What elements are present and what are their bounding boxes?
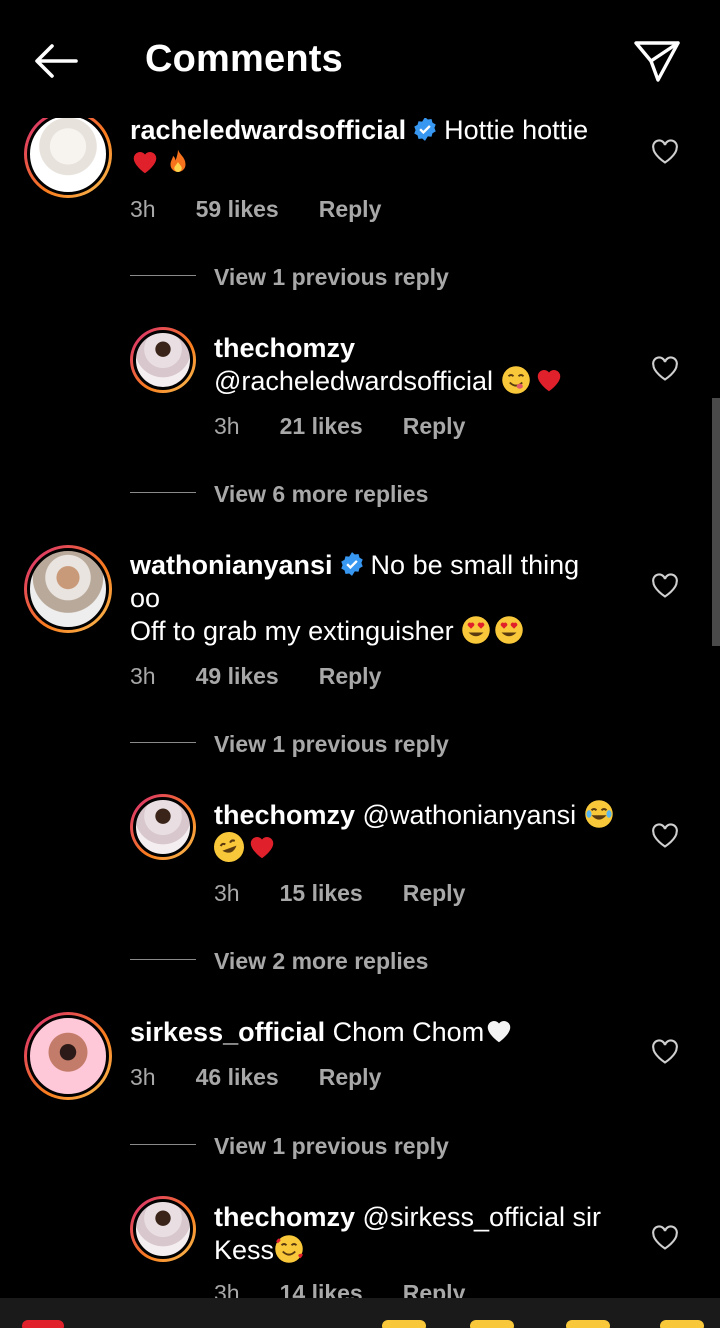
reply-button[interactable]: Reply	[403, 880, 466, 907]
heart-eyes-icon	[495, 616, 523, 644]
reply-username[interactable]: thechomzy	[214, 333, 355, 363]
comment-text: wathonianyansi No be small thing oo Off t…	[130, 549, 630, 648]
emoji-hint[interactable]	[22, 1320, 64, 1328]
divider	[130, 959, 196, 960]
paper-plane-icon[interactable]	[630, 36, 684, 86]
fire-icon	[170, 149, 186, 172]
comment-username[interactable]: sirkess_official	[130, 1017, 325, 1047]
like-heart-icon[interactable]	[651, 356, 679, 382]
reply-text: thechomzy @racheledwardsofficial	[214, 332, 634, 398]
comment-message: No be small thing	[370, 550, 580, 580]
like-heart-icon[interactable]	[651, 1039, 679, 1065]
emoji-quick-bar	[0, 1298, 720, 1328]
comment-meta: 3h 59 likes Reply	[130, 196, 421, 223]
reply-button[interactable]: Reply	[403, 413, 466, 440]
comment-time: 3h	[130, 1064, 156, 1090]
comment-time: 3h	[130, 196, 156, 222]
reply-likes[interactable]: 15 likes	[280, 880, 363, 907]
reply-text: thechomzy @wathonianyansi	[209, 799, 634, 867]
reply-likes[interactable]: 21 likes	[280, 413, 363, 440]
reply-meta: 3h 21 likes Reply	[214, 413, 505, 440]
view-replies-button[interactable]: View 1 previous reply	[214, 1133, 449, 1160]
comment-message-line3: Off to grab my extinguisher	[130, 616, 454, 646]
reply-meta: 3h 15 likes Reply	[214, 880, 505, 907]
scrollbar[interactable]	[712, 398, 720, 646]
emoji-hint[interactable]	[566, 1320, 610, 1328]
comment-message-line2: oo	[130, 583, 161, 613]
rofl-icon	[209, 827, 249, 867]
view-replies-button[interactable]: View 6 more replies	[214, 481, 428, 508]
reply-button[interactable]: Reply	[319, 1064, 382, 1091]
red-heart-icon	[250, 837, 274, 859]
divider	[130, 275, 196, 276]
comment-text: racheledwardsofficial Hottie hottie	[130, 114, 630, 180]
avatar[interactable]	[24, 1012, 112, 1100]
page-title: Comments	[145, 38, 343, 80]
comments-thread[interactable]: racheledwardsofficial Hottie hottie 3h 59…	[0, 0, 720, 1298]
heart-eyes-icon	[462, 616, 490, 644]
reply-time: 3h	[214, 880, 240, 906]
comment-likes[interactable]: 46 likes	[196, 1064, 279, 1091]
avatar[interactable]	[130, 794, 196, 860]
view-replies-button[interactable]: View 2 more replies	[214, 948, 428, 975]
divider	[130, 1144, 196, 1145]
reply-likes[interactable]: 14 likes	[280, 1280, 363, 1298]
comment-message: Chom Chom	[332, 1017, 485, 1047]
red-heart-icon	[537, 370, 560, 392]
avatar[interactable]	[130, 1196, 196, 1262]
verified-badge-icon	[414, 117, 436, 141]
emoji-hint[interactable]	[470, 1320, 514, 1328]
reply-message: @racheledwardsofficial	[214, 366, 494, 396]
reply-time: 3h	[214, 413, 240, 439]
divider	[130, 742, 196, 743]
reply-meta: 3h 14 likes Reply	[214, 1280, 505, 1298]
red-heart-icon	[133, 152, 157, 174]
comment-meta: 3h 49 likes Reply	[130, 663, 421, 690]
comment-likes[interactable]: 59 likes	[196, 196, 279, 223]
comment-message: Hottie hottie	[444, 115, 589, 145]
reply-text: thechomzy @sirkess_official sir Kess	[214, 1201, 634, 1267]
verified-badge-icon	[340, 552, 363, 576]
reply-time: 3h	[214, 1280, 240, 1298]
tears-of-joy-icon	[584, 800, 613, 828]
arrow-left-icon[interactable]	[28, 38, 82, 84]
reply-message: @sirkess_official sir	[362, 1202, 602, 1232]
reply-button[interactable]: Reply	[403, 1280, 466, 1298]
header-bar: Comments	[0, 0, 720, 118]
comment-likes[interactable]: 49 likes	[196, 663, 279, 690]
smiling-face-with-hearts-icon	[275, 1235, 303, 1263]
comment-username[interactable]: racheledwardsofficial	[130, 115, 406, 145]
divider	[130, 492, 196, 493]
comment-text: sirkess_official Chom Chom	[130, 1016, 630, 1049]
reply-button[interactable]: Reply	[319, 196, 382, 223]
reply-message-line2: Kess	[214, 1235, 275, 1265]
avatar[interactable]	[130, 327, 196, 393]
comment-meta: 3h 46 likes Reply	[130, 1064, 421, 1091]
view-replies-button[interactable]: View 1 previous reply	[214, 731, 449, 758]
reply-button[interactable]: Reply	[319, 663, 382, 690]
like-heart-icon[interactable]	[651, 139, 679, 165]
like-heart-icon[interactable]	[651, 1225, 679, 1251]
comment-time: 3h	[130, 663, 156, 689]
like-heart-icon[interactable]	[651, 573, 679, 599]
emoji-hint[interactable]	[382, 1320, 426, 1328]
face-savoring-food-icon	[501, 366, 530, 394]
reply-username[interactable]: thechomzy	[214, 1202, 355, 1232]
comment-username[interactable]: wathonianyansi	[130, 550, 333, 580]
avatar[interactable]	[24, 545, 112, 633]
view-replies-button[interactable]: View 1 previous reply	[214, 264, 449, 291]
reply-username[interactable]: thechomzy	[214, 800, 355, 830]
avatar[interactable]	[24, 110, 112, 198]
emoji-hint[interactable]	[660, 1320, 704, 1328]
like-heart-icon[interactable]	[651, 823, 679, 849]
white-heart-icon	[487, 1021, 511, 1043]
reply-message: @wathonianyansi	[362, 800, 577, 830]
